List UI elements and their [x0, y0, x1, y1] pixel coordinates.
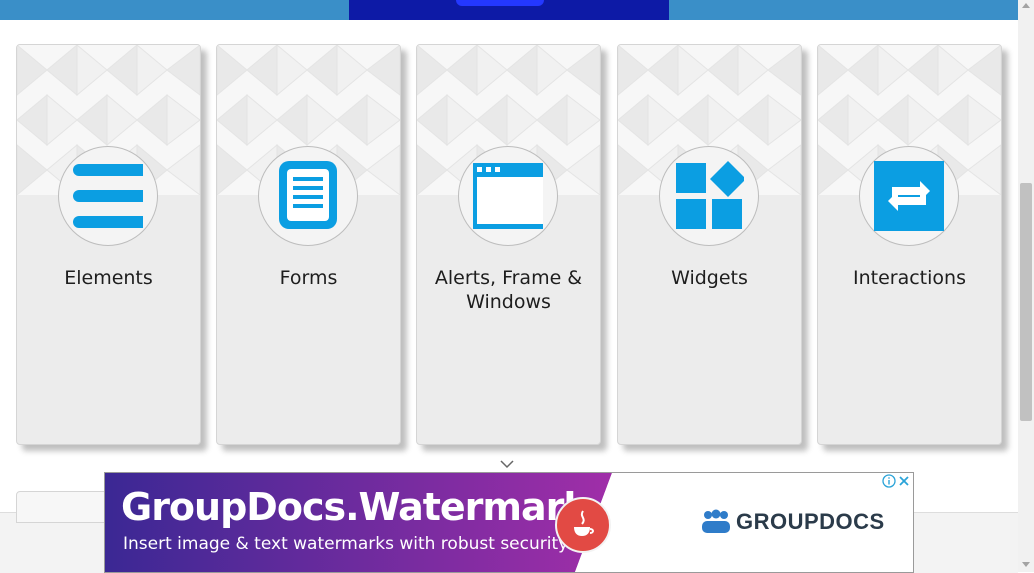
- groupdocs-logo-icon: [702, 509, 730, 533]
- banner-highlight: [456, 0, 544, 6]
- scroll-down-icon[interactable]: [1022, 562, 1030, 567]
- card-title: Alerts, Frame & Windows: [434, 267, 583, 313]
- card-widgets[interactable]: Widgets: [617, 44, 802, 445]
- scroll-up-icon[interactable]: [1022, 3, 1030, 8]
- card-icon-circle: [659, 146, 759, 246]
- top-header-bar: [0, 0, 1018, 20]
- header-banner[interactable]: [349, 0, 669, 20]
- list-icon: [73, 164, 143, 228]
- card-icon-circle: [58, 146, 158, 246]
- ad-subline[interactable]: Insert image & text watermarks with robu…: [123, 534, 568, 554]
- browser-window-icon: [473, 163, 543, 229]
- card-title: Interactions: [853, 267, 966, 289]
- card-forms[interactable]: Forms: [216, 44, 401, 445]
- card-icon-circle: [458, 146, 558, 246]
- next-row-card-peek: [16, 491, 113, 523]
- ad-close-icon[interactable]: [897, 474, 911, 488]
- card-title: Elements: [64, 267, 153, 289]
- card-icon-circle: [859, 146, 959, 246]
- interactions-icon: [874, 161, 944, 231]
- card-alerts-frame-windows[interactable]: Alerts, Frame & Windows: [416, 44, 601, 445]
- card-title: Widgets: [671, 267, 748, 289]
- card-interactions[interactable]: Interactions: [817, 44, 1002, 445]
- widgets-icon: [676, 161, 744, 229]
- card-icon-circle: [258, 146, 358, 246]
- vertical-scrollbar[interactable]: [1018, 0, 1034, 572]
- card-title: Forms: [279, 267, 338, 289]
- scrollbar-thumb[interactable]: [1020, 183, 1032, 421]
- card-elements[interactable]: Elements: [16, 44, 201, 445]
- ad-banner[interactable]: GroupDocs.Watermark Insert image & text …: [104, 472, 914, 573]
- document-icon: [279, 161, 337, 229]
- ad-headline[interactable]: GroupDocs.Watermark: [121, 485, 589, 529]
- ad-info-icon[interactable]: [882, 474, 896, 488]
- java-logo-icon: [555, 497, 611, 553]
- ad-brand-text[interactable]: GROUPDOCS: [736, 509, 885, 535]
- chevron-down-icon[interactable]: [500, 459, 514, 469]
